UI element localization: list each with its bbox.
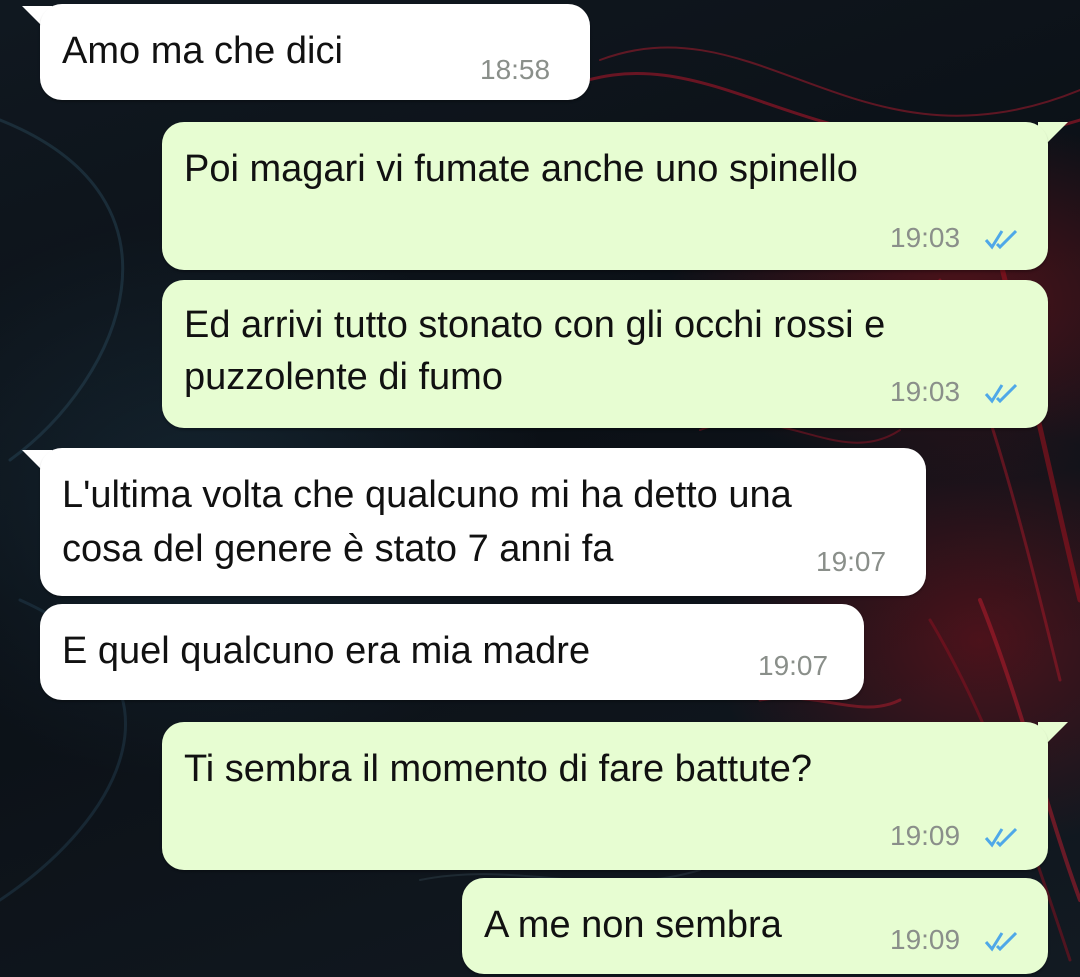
double-check-icon bbox=[984, 931, 1018, 952]
message-text: Poi magari vi fumate anche uno spinello bbox=[184, 148, 858, 190]
message-text: A me non sembra bbox=[484, 904, 782, 946]
message-text-line-2: puzzolente di fumo bbox=[184, 356, 503, 398]
message-timestamp: 19:07 bbox=[758, 650, 829, 681]
outgoing-message-bubble[interactable]: Ed arrivi tutto stonato con gli occhi ro… bbox=[162, 280, 1048, 428]
double-check-icon bbox=[984, 229, 1018, 250]
message-timestamp: 19:03 bbox=[890, 376, 961, 407]
double-check-icon bbox=[984, 383, 1018, 404]
message-timestamp: 19:09 bbox=[890, 924, 961, 955]
message-text-line-1: L'ultima volta che qualcuno mi ha detto … bbox=[62, 474, 792, 516]
double-check-icon bbox=[984, 827, 1018, 848]
message-text-line-1: Ed arrivi tutto stonato con gli occhi ro… bbox=[184, 304, 886, 346]
message-timestamp: 19:07 bbox=[816, 546, 887, 577]
incoming-message-bubble[interactable]: L'ultima volta che qualcuno mi ha detto … bbox=[40, 448, 926, 596]
message-timestamp: 19:09 bbox=[890, 820, 961, 851]
message-text: Ti sembra il momento di fare battute? bbox=[184, 748, 812, 790]
incoming-message-bubble[interactable]: E quel qualcuno era mia madre 19:07 bbox=[40, 604, 864, 700]
message-text-line-2: cosa del genere è stato 7 anni fa bbox=[62, 528, 614, 570]
message-timestamp: 18:58 bbox=[480, 54, 551, 85]
outgoing-message-bubble[interactable]: A me non sembra 19:09 bbox=[462, 878, 1048, 974]
message-text: Amo ma che dici bbox=[62, 30, 343, 72]
incoming-message-bubble[interactable]: Amo ma che dici 18:58 bbox=[40, 4, 590, 100]
outgoing-message-bubble[interactable]: Poi magari vi fumate anche uno spinello … bbox=[162, 122, 1048, 270]
message-text: E quel qualcuno era mia madre bbox=[62, 630, 591, 672]
message-timestamp: 19:03 bbox=[890, 222, 961, 253]
outgoing-message-bubble[interactable]: Ti sembra il momento di fare battute? 19… bbox=[162, 722, 1048, 870]
